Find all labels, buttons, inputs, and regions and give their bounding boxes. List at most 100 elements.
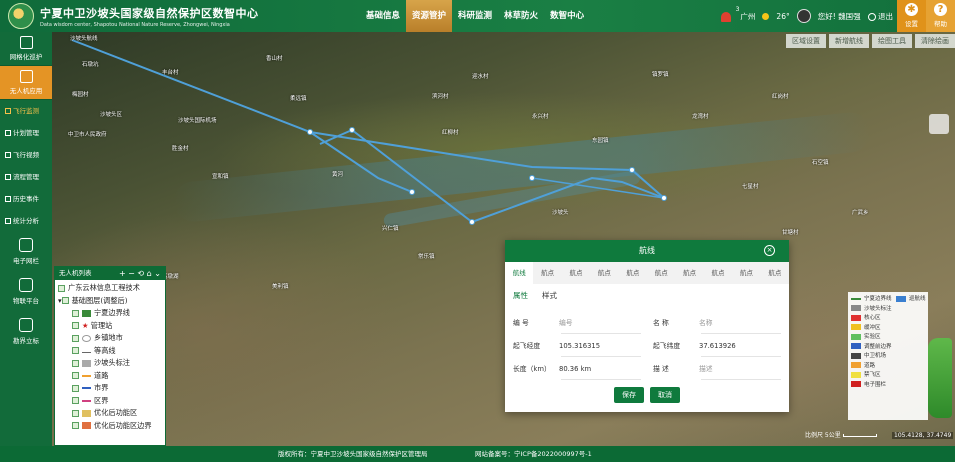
latitude-input[interactable]: 37.613926 <box>699 335 736 357</box>
layer-node[interactable]: 道路 <box>58 370 162 383</box>
checkbox[interactable] <box>72 309 79 317</box>
help-button[interactable]: ? 帮助 <box>926 0 955 32</box>
cancel-button[interactable]: 取消 <box>650 387 680 403</box>
tab-route[interactable]: 航线 <box>505 262 534 284</box>
nav-resource-protection[interactable]: 资源管护 <box>406 0 453 32</box>
sub-flight-video[interactable]: 飞行视频 <box>0 144 52 166</box>
layer-node[interactable]: 乡镇地市 <box>58 332 162 345</box>
tab-waypoint[interactable]: 航点 <box>732 262 760 284</box>
sub-flight-monitor[interactable]: 飞行监测 <box>0 100 52 122</box>
tab-waypoint[interactable]: 航点 <box>647 262 675 284</box>
number-input[interactable]: 编号 <box>559 312 573 334</box>
layer-node[interactable]: 区界 <box>58 395 162 408</box>
checkbox[interactable] <box>72 422 79 429</box>
place-label: 红岗村 <box>772 94 789 100</box>
nav-data-center[interactable]: 数智中心 <box>544 0 590 32</box>
subtab-attributes[interactable]: 属性 <box>513 290 528 301</box>
marker-icon <box>19 318 33 332</box>
city-label: 广州 <box>740 11 756 21</box>
layer-node[interactable]: 广东云林信息工程技术 <box>58 282 162 295</box>
checkbox[interactable] <box>72 347 79 354</box>
sub-process-management[interactable]: 流程管理 <box>0 166 52 188</box>
nav-e-fence[interactable]: 电子网栏 <box>0 232 52 272</box>
close-icon[interactable]: × <box>764 245 775 256</box>
description-input[interactable]: 描述 <box>699 358 713 380</box>
layer-node[interactable]: ★ 管理站 <box>58 320 162 333</box>
tab-waypoint[interactable]: 航点 <box>590 262 618 284</box>
subtab-style[interactable]: 样式 <box>542 290 557 301</box>
layer-node[interactable]: 市界 <box>58 382 162 395</box>
checkbox[interactable] <box>72 397 79 404</box>
exit-button[interactable]: 退出 <box>867 11 893 22</box>
layer-node[interactable]: 优化后功能区边界 <box>58 420 162 433</box>
checkbox[interactable] <box>72 334 79 342</box>
legend-item: 实验区 <box>851 333 925 343</box>
tab-waypoint[interactable]: 航点 <box>562 262 590 284</box>
layer-node[interactable]: 等高线 <box>58 345 162 358</box>
tab-waypoint[interactable]: 航点 <box>761 262 789 284</box>
alarm-icon[interactable]: 3 <box>719 6 739 22</box>
save-button[interactable]: 保存 <box>614 387 644 403</box>
legend-label: 道路 <box>864 362 876 369</box>
nav-iot-platform[interactable]: 物联平台 <box>0 272 52 312</box>
iot-icon <box>19 278 33 292</box>
layer-panel-controls[interactable]: + − ⟲ ⌂ ⌄ <box>119 267 161 280</box>
header-right: 3 广州 26° 您好! 魏国强 退出 <box>719 0 893 32</box>
legend-swatch <box>896 295 906 302</box>
checkbox[interactable] <box>72 322 79 329</box>
sub-history-events[interactable]: 历史事件 <box>0 188 52 210</box>
sub-plan-management[interactable]: 计划管理 <box>0 122 52 144</box>
checkbox[interactable] <box>61 297 69 304</box>
icp-text[interactable]: 网站备案号：宁ICP备2022000997号-1 <box>475 446 592 462</box>
nav-iot-label: 物联平台 <box>13 297 39 305</box>
sub-label: 计划管理 <box>13 129 39 137</box>
nav-research-monitoring[interactable]: 科研监测 <box>452 0 498 32</box>
tab-waypoint[interactable]: 航点 <box>533 262 561 284</box>
nav-basic-info[interactable]: 基础信息 <box>360 0 406 32</box>
tab-waypoint[interactable]: 航点 <box>675 262 703 284</box>
longitude-label: 起飞经度 <box>513 342 541 350</box>
title-block: 宁夏中卫沙坡头国家级自然保护区数智中心 Data wisdom center, … <box>40 5 259 28</box>
place-label: 丰台村 <box>162 70 179 76</box>
checkbox[interactable] <box>72 359 79 367</box>
tab-waypoint[interactable]: 航点 <box>704 262 732 284</box>
checkbox[interactable] <box>72 384 79 392</box>
settings-button[interactable]: ✱ 设置 <box>897 0 926 32</box>
area-settings-button[interactable]: 区域设置 <box>786 34 826 48</box>
compass-icon[interactable] <box>929 114 949 134</box>
satellite-map[interactable]: 沙坡头航线 石墩坑 丰台村 梅园村 沙坡头区 沙坡头国际机场 中卫市人民政府 胜… <box>52 32 955 446</box>
circle-swatch <box>82 334 91 342</box>
length-input[interactable]: 80.36 km <box>559 358 591 380</box>
tab-waypoint[interactable]: 航点 <box>619 262 647 284</box>
left-nav: 网格化巡护 无人机应用 飞行监测 计划管理 飞行视频 流程管理 历史事件 统计分… <box>0 32 52 446</box>
divider <box>561 333 641 334</box>
avatar[interactable] <box>796 9 811 23</box>
help-label: 帮助 <box>934 20 947 28</box>
layer-node[interactable]: 优化后功能区 <box>58 407 162 420</box>
add-route-button[interactable]: 新增航线 <box>829 34 869 48</box>
place-label: 滨河村 <box>432 94 449 100</box>
nav-boundary-marker[interactable]: 勘界立标 <box>0 312 52 352</box>
sub-statistics[interactable]: 统计分析 <box>0 210 52 232</box>
layer-node[interactable]: ▾ 基础图层(调整后) <box>58 295 162 308</box>
clear-drawing-button[interactable]: 清除绘画 <box>915 34 955 48</box>
draw-tools-button[interactable]: 绘图工具 <box>872 34 912 48</box>
legend-item: 中卫机场 <box>851 352 925 362</box>
question-icon: ? <box>934 3 947 16</box>
nav-drone-app[interactable]: 无人机应用 <box>0 66 52 100</box>
legend-label: 实验区 <box>864 334 881 340</box>
longitude-input[interactable]: 105.316315 <box>559 335 600 357</box>
fence-icon <box>19 238 33 252</box>
layer-node[interactable]: 沙坡头标注 <box>58 357 162 370</box>
checkbox[interactable] <box>72 372 79 379</box>
layer-label: 基础图层(调整后) <box>71 295 128 305</box>
place-label: 石墩坑 <box>82 62 99 68</box>
checkbox[interactable] <box>58 284 65 292</box>
layer-node[interactable]: 宁夏边界线 <box>58 307 162 320</box>
nav-fire-prevention[interactable]: 林草防火 <box>498 0 544 32</box>
name-input[interactable]: 名称 <box>699 312 713 334</box>
nav-grid-patrol[interactable]: 网格化巡护 <box>0 32 52 66</box>
layer-label: 沙坡头标注 <box>94 358 130 367</box>
checkbox[interactable] <box>72 409 79 417</box>
place-label: 石空镇 <box>812 160 829 166</box>
